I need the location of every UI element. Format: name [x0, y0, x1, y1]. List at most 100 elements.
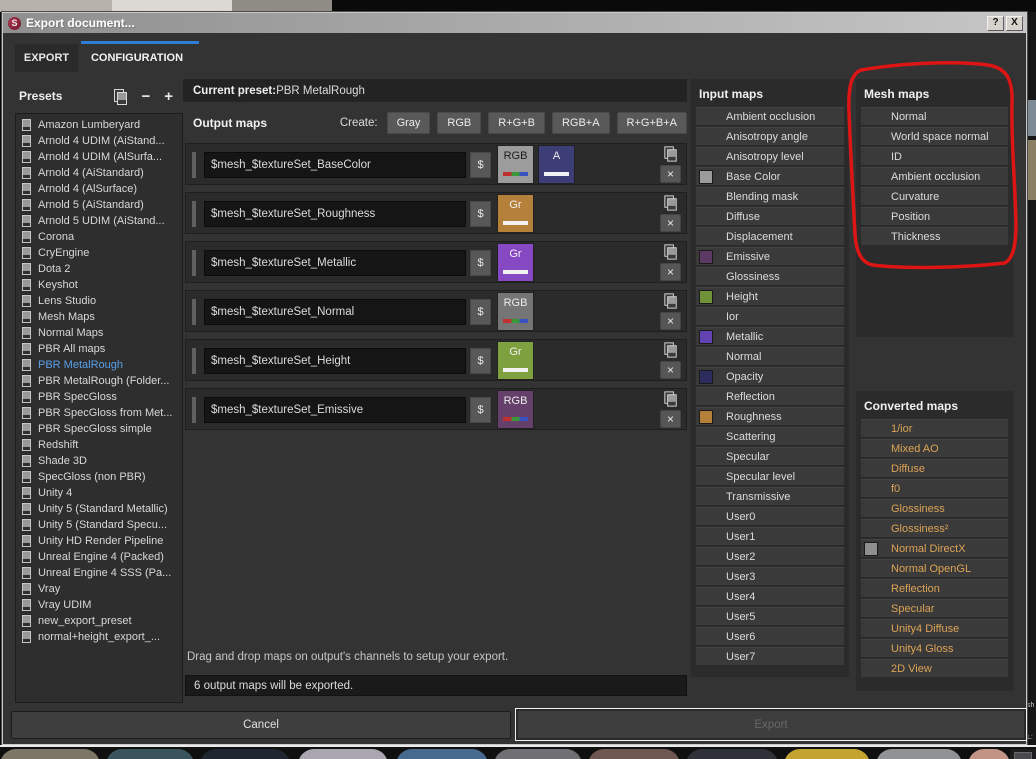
preset-item[interactable]: Amazon Lumberyard: [20, 117, 182, 133]
preset-item[interactable]: Corona: [20, 229, 182, 245]
variable-dollar-button[interactable]: $: [470, 152, 491, 178]
map-item[interactable]: User2: [696, 547, 844, 566]
variable-dollar-button[interactable]: $: [470, 201, 491, 227]
create-gray-button[interactable]: Gray: [386, 112, 431, 134]
preset-item[interactable]: Vray UDIM: [20, 597, 182, 613]
create-rgba-button[interactable]: R+G+B+A: [616, 112, 687, 134]
drag-handle[interactable]: [192, 201, 196, 227]
map-item[interactable]: User6: [696, 627, 844, 646]
material-sphere-thumbnail[interactable]: [396, 749, 488, 759]
export-button[interactable]: Export: [518, 711, 1024, 738]
material-sphere-thumbnail[interactable]: [686, 749, 778, 759]
map-item[interactable]: User0: [696, 507, 844, 526]
variable-dollar-button[interactable]: $: [470, 348, 491, 374]
cancel-button[interactable]: Cancel: [11, 711, 511, 739]
duplicate-row-icon[interactable]: [663, 342, 677, 358]
help-button[interactable]: ?: [987, 15, 1004, 31]
map-item[interactable]: Curvature: [861, 187, 1008, 206]
output-name-input[interactable]: [204, 152, 466, 178]
channel-chip[interactable]: RGB: [497, 145, 534, 184]
map-item[interactable]: Anisotropy level: [696, 147, 844, 166]
preset-item[interactable]: PBR All maps: [20, 341, 182, 357]
preset-item[interactable]: PBR MetalRough: [20, 357, 182, 373]
map-item[interactable]: Diffuse: [861, 459, 1008, 478]
map-item[interactable]: Normal: [861, 107, 1008, 126]
preset-item[interactable]: Vray: [20, 581, 182, 597]
variable-dollar-button[interactable]: $: [470, 250, 491, 276]
preset-item[interactable]: Unity HD Render Pipeline: [20, 533, 182, 549]
map-item[interactable]: Anisotropy angle: [696, 127, 844, 146]
delete-row-button[interactable]: ×: [660, 214, 681, 232]
preset-item[interactable]: Unreal Engine 4 SSS (Pa...: [20, 565, 182, 581]
map-item[interactable]: Diffuse: [696, 207, 844, 226]
map-item[interactable]: Unity4 Gloss: [861, 639, 1008, 658]
channel-chip[interactable]: A: [538, 145, 575, 184]
tab-configuration[interactable]: CONFIGURATION: [81, 44, 193, 72]
map-item[interactable]: Reflection: [861, 579, 1008, 598]
delete-row-button[interactable]: ×: [660, 410, 681, 428]
material-sphere-thumbnail[interactable]: [0, 749, 100, 759]
map-item[interactable]: Opacity: [696, 367, 844, 386]
map-item[interactable]: Height: [696, 287, 844, 306]
map-item[interactable]: Mixed AO: [861, 439, 1008, 458]
remove-preset-button[interactable]: −: [141, 89, 150, 104]
preset-item[interactable]: PBR SpecGloss: [20, 389, 182, 405]
variable-dollar-button[interactable]: $: [470, 397, 491, 423]
material-sphere-thumbnail[interactable]: [784, 749, 870, 759]
delete-row-button[interactable]: ×: [660, 165, 681, 183]
map-item[interactable]: User1: [696, 527, 844, 546]
preset-item[interactable]: Arnold 4 (AlSurface): [20, 181, 182, 197]
variable-dollar-button[interactable]: $: [470, 299, 491, 325]
preset-item[interactable]: Arnold 4 UDIM (AlSurfa...: [20, 149, 182, 165]
map-item[interactable]: User4: [696, 587, 844, 606]
output-name-input[interactable]: [204, 299, 466, 325]
output-name-input[interactable]: [204, 201, 466, 227]
channel-chip[interactable]: Gr: [497, 341, 534, 380]
channel-chip[interactable]: RGB: [497, 292, 534, 331]
map-item[interactable]: Transmissive: [696, 487, 844, 506]
create-rgb-button[interactable]: R+G+B: [488, 112, 545, 134]
map-item[interactable]: Specular level: [696, 467, 844, 486]
preset-item[interactable]: normal+height_export_...: [20, 629, 182, 645]
duplicate-row-icon[interactable]: [663, 391, 677, 407]
map-item[interactable]: Position: [861, 207, 1008, 226]
map-item[interactable]: Displacement: [696, 227, 844, 246]
map-item[interactable]: Emissive: [696, 247, 844, 266]
preset-item[interactable]: Arnold 4 (AiStandard): [20, 165, 182, 181]
delete-row-button[interactable]: ×: [660, 263, 681, 281]
title-bar[interactable]: S Export document... ? X: [3, 13, 1026, 33]
map-item[interactable]: User5: [696, 607, 844, 626]
preset-item[interactable]: SpecGloss (non PBR): [20, 469, 182, 485]
duplicate-row-icon[interactable]: [663, 244, 677, 260]
map-item[interactable]: Glossiness: [696, 267, 844, 286]
map-item[interactable]: 1/ior: [861, 419, 1008, 438]
preset-item[interactable]: PBR SpecGloss from Met...: [20, 405, 182, 421]
map-item[interactable]: Ior: [696, 307, 844, 326]
preset-item[interactable]: Keyshot: [20, 277, 182, 293]
add-preset-button[interactable]: +: [164, 89, 173, 104]
preset-item[interactable]: new_export_preset: [20, 613, 182, 629]
preset-item[interactable]: Redshift: [20, 437, 182, 453]
close-button[interactable]: X: [1006, 15, 1023, 31]
material-sphere-thumbnail[interactable]: [588, 749, 680, 759]
preset-item[interactable]: Mesh Maps: [20, 309, 182, 325]
duplicate-row-icon[interactable]: [663, 195, 677, 211]
channel-chip[interactable]: Gr: [497, 194, 534, 233]
material-sphere-thumbnail[interactable]: [298, 749, 388, 759]
map-item[interactable]: Thickness: [861, 227, 1008, 246]
map-item[interactable]: Normal: [696, 347, 844, 366]
preset-item[interactable]: Unity 4: [20, 485, 182, 501]
preset-item[interactable]: CryEngine: [20, 245, 182, 261]
map-item[interactable]: World space normal: [861, 127, 1008, 146]
delete-row-button[interactable]: ×: [660, 361, 681, 379]
material-sphere-thumbnail[interactable]: [200, 749, 290, 759]
map-item[interactable]: Scattering: [696, 427, 844, 446]
preset-item[interactable]: Unity 5 (Standard Specu...: [20, 517, 182, 533]
material-sphere-thumbnail[interactable]: [876, 749, 962, 759]
preset-item[interactable]: Arnold 5 (AiStandard): [20, 197, 182, 213]
map-item[interactable]: Base Color: [696, 167, 844, 186]
preset-item[interactable]: Arnold 4 UDIM (AiStand...: [20, 133, 182, 149]
drag-handle[interactable]: [192, 348, 196, 374]
output-name-input[interactable]: [204, 250, 466, 276]
map-item[interactable]: ID: [861, 147, 1008, 166]
